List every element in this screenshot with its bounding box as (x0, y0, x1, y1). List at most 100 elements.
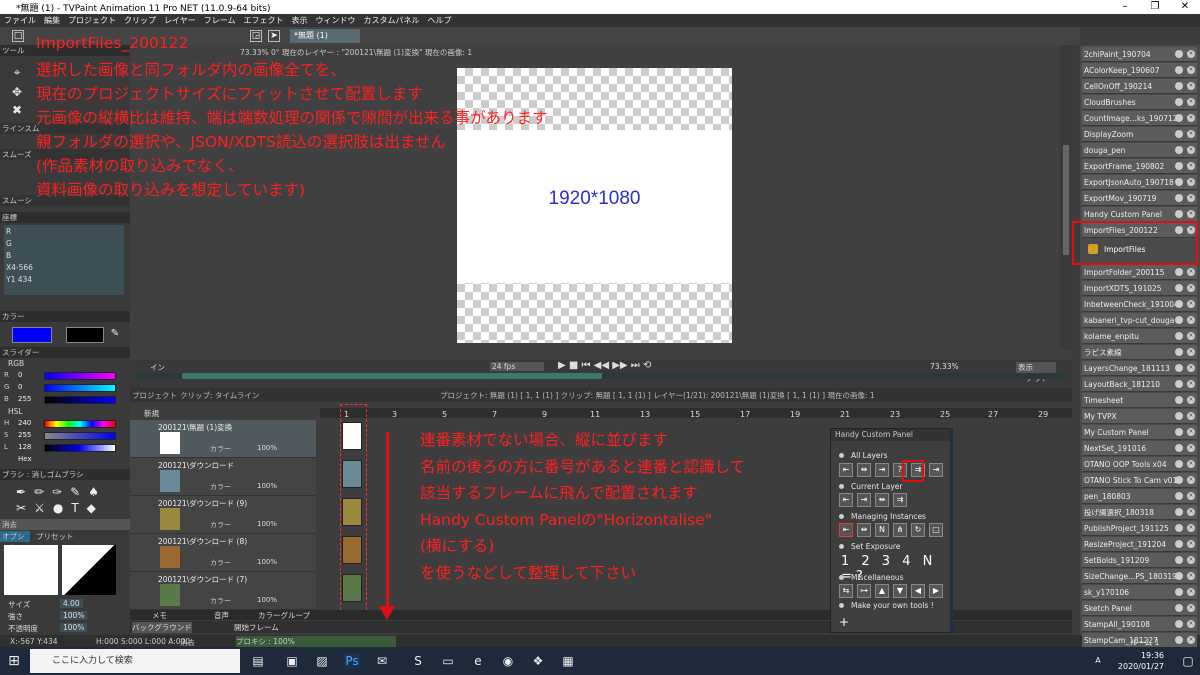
close-icon[interactable]: × (1187, 98, 1195, 106)
close-icon[interactable]: × (1187, 380, 1195, 388)
menu-project[interactable]: プロジェクト (68, 15, 116, 26)
skype-icon[interactable]: S (410, 653, 426, 669)
custom-panel-item[interactable]: My TVPX × (1082, 409, 1197, 424)
close-icon[interactable]: × (1187, 556, 1195, 564)
close-icon[interactable]: × (1187, 162, 1195, 170)
instance-split-icon[interactable]: ⋔ (893, 523, 907, 537)
align-center-icon[interactable]: ⇹ (857, 463, 871, 477)
layer-opacity[interactable]: 100% (257, 444, 277, 452)
photos-icon[interactable]: ▨ (314, 653, 330, 669)
menu-window[interactable]: ウィンドウ (316, 15, 356, 26)
open-icon[interactable] (1175, 444, 1183, 452)
close-icon[interactable]: × (1187, 636, 1195, 644)
document-tab[interactable]: *無題 (1) (290, 29, 360, 43)
custom-panel-item[interactable]: Sketch Panel × (1082, 601, 1197, 616)
close-icon[interactable]: × (1187, 268, 1195, 276)
menu-file[interactable]: ファイル (4, 15, 36, 26)
menu-effect[interactable]: エフェクト (244, 15, 284, 26)
open-icon[interactable] (1175, 588, 1183, 596)
close-icon[interactable]: × (1187, 508, 1195, 516)
instance-prev-icon[interactable]: ⇤ (839, 523, 853, 537)
custom-panel-item[interactable]: kolame_enpitu × (1082, 329, 1197, 344)
layer-opacity[interactable]: 100% (257, 482, 277, 490)
shift-left-icon[interactable]: ⇤ (839, 493, 853, 507)
clip-timeline-tab[interactable]: クリップ: タイムライン (180, 390, 259, 401)
arrow-down-icon[interactable]: ▼ (893, 584, 907, 598)
custom-panel-item[interactable]: AColorKeep_190607 × (1082, 63, 1197, 78)
close-icon[interactable]: × (1187, 476, 1195, 484)
preset-tab[interactable]: プリセット (34, 531, 74, 542)
audio-tab[interactable]: 音声 (214, 610, 229, 621)
open-icon[interactable] (1175, 620, 1183, 628)
brush-icon[interactable]: ♠ (88, 485, 99, 499)
open-icon[interactable] (1175, 82, 1183, 90)
align-right-icon[interactable]: ⇥ (875, 463, 889, 477)
scissors-icon[interactable]: ✂ (16, 501, 26, 515)
fg-color-swatch[interactable] (12, 327, 52, 343)
clock[interactable]: 19:36 2020/01/27 (1118, 650, 1164, 672)
open-icon[interactable] (1175, 524, 1183, 532)
menu-help[interactable]: ヘルプ (428, 15, 452, 26)
arrow-left-icon[interactable]: ◀ (911, 584, 925, 598)
move-tool-icon[interactable]: ✥ (10, 85, 24, 99)
close-icon[interactable]: × (1187, 620, 1195, 628)
knife-icon[interactable]: ⚔ (34, 501, 45, 515)
open-icon[interactable] (1175, 194, 1183, 202)
close-icon[interactable]: × (1187, 428, 1195, 436)
open-icon[interactable] (1175, 412, 1183, 420)
pen-icon[interactable]: ✒ (16, 485, 26, 499)
instance-new-icon[interactable]: N (875, 523, 889, 537)
custom-panel-item[interactable]: ImportXDTS_191025 × (1082, 281, 1197, 296)
open-icon[interactable] (1175, 556, 1183, 564)
custom-panel-item[interactable]: LayersChange_181113 × (1082, 361, 1197, 376)
open-icon[interactable] (1175, 540, 1183, 548)
custom-panel-item[interactable]: ResizeProject_191204 × (1082, 537, 1197, 552)
background-select[interactable]: バックグラウンド (132, 622, 192, 633)
photoshop-icon[interactable]: Ps (344, 653, 360, 669)
open-icon[interactable] (1175, 162, 1183, 170)
size-value[interactable]: 4.00 (60, 599, 83, 608)
layer-row[interactable]: 200121\無題 (1)変換 カラー 100% (130, 420, 316, 458)
new-file-icon[interactable]: □ (12, 30, 24, 42)
light-table-icon[interactable]: ◲ (250, 30, 262, 42)
layer-opacity[interactable]: 100% (257, 520, 277, 528)
close-icon[interactable]: × (1187, 444, 1195, 452)
custom-panel-item[interactable]: StampAll_190108 × (1082, 617, 1197, 632)
custom-panel-item[interactable]: ExportJsonAuto_190718 × (1082, 175, 1197, 190)
open-icon[interactable] (1175, 604, 1183, 612)
close-icon[interactable]: × (1187, 300, 1195, 308)
open-icon[interactable] (1175, 316, 1183, 324)
custom-panel-item[interactable]: NextSet_191016 × (1082, 441, 1197, 456)
layer-opacity[interactable]: 100% (257, 596, 277, 604)
custom-panel-item[interactable]: douga_pen × (1082, 143, 1197, 158)
open-icon[interactable] (1175, 98, 1183, 106)
custom-panel-item[interactable]: PublishProject_191125 × (1082, 521, 1197, 536)
open-icon[interactable] (1175, 66, 1183, 74)
slider-r[interactable]: R0 (4, 371, 128, 381)
layer-row[interactable]: 200121\ダウンロード (9) カラー 100% (130, 496, 316, 534)
custom-panel-item[interactable]: LayoutBack_181210 × (1082, 377, 1197, 392)
menu-clip[interactable]: クリップ (124, 15, 156, 26)
close-icon[interactable]: × (1187, 130, 1195, 138)
option-tab[interactable]: オプション (0, 531, 30, 552)
open-icon[interactable] (1175, 284, 1183, 292)
slider-g[interactable]: G0 (4, 383, 128, 393)
select-tool-icon[interactable]: ⌖ (10, 65, 24, 79)
open-icon[interactable] (1175, 396, 1183, 404)
custom-panel-item[interactable]: CellOnOff_190214 × (1082, 79, 1197, 94)
memo-tab[interactable]: メモ (152, 610, 167, 621)
menu-layer[interactable]: レイヤー (164, 15, 196, 26)
close-icon[interactable]: × (1187, 588, 1195, 596)
open-icon[interactable] (1175, 636, 1183, 644)
close-icon[interactable]: × (1187, 82, 1195, 90)
close-icon[interactable]: × (1187, 412, 1195, 420)
misc-swap-icon[interactable]: ⇆ (839, 584, 853, 598)
color-group-tab[interactable]: カラーグループ (258, 610, 310, 621)
drop-icon[interactable]: ● (53, 501, 63, 515)
custom-panel-item[interactable]: pen_180803 × (1082, 489, 1197, 504)
close-icon[interactable]: × (1187, 572, 1195, 580)
layer-row[interactable]: 200121\ダウンロード カラー 100% (130, 458, 316, 496)
add-tool-icon[interactable]: + (839, 615, 849, 629)
layer-opacity[interactable]: 100% (257, 558, 277, 566)
marker-icon[interactable]: ✎ (70, 485, 80, 499)
